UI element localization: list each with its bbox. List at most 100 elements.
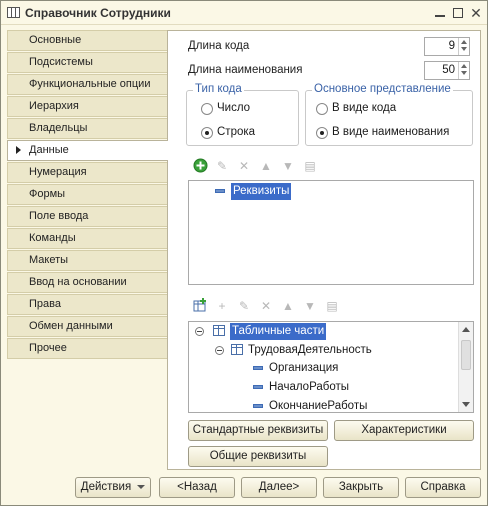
move-down-icon[interactable]: ▼ bbox=[302, 298, 318, 314]
sidebar-item-label: Нумерация bbox=[29, 166, 87, 178]
sidebar-item-label: Подсистемы bbox=[29, 56, 93, 68]
radio-label: Строка bbox=[217, 126, 256, 138]
tree-node-label: НачалоРаботы bbox=[269, 381, 350, 393]
sidebar-item-label: Макеты bbox=[29, 254, 69, 266]
attributes-toolbar: ✎ ✕ ▲ ▼ ▤ bbox=[192, 158, 392, 176]
radio-dot bbox=[201, 103, 213, 115]
tree-node-label: ТрудоваяДеятельность bbox=[248, 344, 372, 356]
sidebar-item-data-exchange[interactable]: Обмен данными bbox=[7, 316, 167, 337]
window-title: Справочник Сотрудники bbox=[25, 6, 171, 20]
tree-node-field[interactable]: ОкончаниеРаботы bbox=[253, 398, 368, 412]
common-attributes-button[interactable]: Общие реквизиты bbox=[188, 446, 328, 467]
code-length-value: 9 bbox=[448, 40, 455, 52]
attribute-icon bbox=[253, 384, 263, 389]
sidebar-item-label: Ввод на основании bbox=[29, 276, 127, 288]
attribute-icon bbox=[253, 365, 263, 370]
tree-node-label: Табличные части bbox=[230, 323, 327, 340]
characteristics-button[interactable]: Характеристики bbox=[334, 420, 474, 441]
sidebar-item-other[interactable]: Прочее bbox=[7, 338, 167, 359]
sidebar-item-label: Функциональные опции bbox=[29, 78, 151, 90]
sidebar-item-label: Права bbox=[29, 298, 61, 310]
title-bar: Справочник Сотрудники ✕ bbox=[1, 1, 487, 25]
catalog-editor-window: Справочник Сотрудники ✕ Основные Подсист… bbox=[0, 0, 488, 506]
scroll-thumb[interactable] bbox=[461, 340, 471, 370]
stepper-arrows-icon[interactable] bbox=[458, 62, 469, 79]
tree-node-field[interactable]: Организация bbox=[253, 360, 338, 377]
tree-node-field[interactable]: НачалоРаботы bbox=[253, 379, 349, 396]
close-button[interactable]: Закрыть bbox=[323, 477, 399, 498]
sort-list-icon[interactable]: ▤ bbox=[324, 298, 340, 314]
sidebar-item-templates[interactable]: Макеты bbox=[7, 250, 167, 271]
collapse-icon[interactable] bbox=[195, 327, 204, 336]
standard-attributes-button[interactable]: Стандартные реквизиты bbox=[188, 420, 328, 441]
back-button[interactable]: <Назад bbox=[159, 477, 235, 498]
tree-node-attributes[interactable]: Реквизиты bbox=[215, 183, 292, 200]
main-presentation-group: Основное представление В виде кода В вид… bbox=[305, 83, 473, 146]
tree-node-label: ОкончаниеРаботы bbox=[269, 400, 368, 412]
delete-icon[interactable]: ✕ bbox=[258, 298, 274, 314]
sidebar-item-forms[interactable]: Формы bbox=[7, 184, 167, 205]
sidebar-item-podsistemy[interactable]: Подсистемы bbox=[7, 52, 167, 73]
code-type-group: Тип кода Число Строка bbox=[186, 83, 299, 146]
tabular-sections-tree[interactable]: Табличные части ТрудоваяДеятельность Орг… bbox=[188, 321, 474, 413]
actions-label: Действия bbox=[80, 481, 132, 493]
delete-icon[interactable]: ✕ bbox=[236, 158, 252, 174]
sidebar-item-osnovnye[interactable]: Основные bbox=[7, 30, 167, 51]
sidebar-item-input-field[interactable]: Поле ввода bbox=[7, 206, 167, 227]
stepper-arrows-icon[interactable] bbox=[458, 38, 469, 55]
add-icon[interactable] bbox=[192, 158, 208, 174]
sort-list-icon[interactable]: ▤ bbox=[302, 158, 318, 174]
sidebar: Основные Подсистемы Функциональные опции… bbox=[7, 30, 168, 360]
main-presentation-title: Основное представление bbox=[312, 83, 453, 95]
next-button[interactable]: Далее> bbox=[241, 477, 317, 498]
tree-node-label: Реквизиты bbox=[231, 183, 292, 200]
sidebar-item-input-based-on[interactable]: Ввод на основании bbox=[7, 272, 167, 293]
table-icon bbox=[231, 344, 243, 356]
radio-label: В виде наименования bbox=[332, 126, 450, 138]
sidebar-item-label: Обмен данными bbox=[29, 320, 113, 332]
actions-dropdown-button[interactable]: Действия bbox=[75, 477, 151, 498]
sidebar-item-label: Команды bbox=[29, 232, 76, 244]
catalog-icon bbox=[7, 7, 20, 18]
name-length-stepper[interactable]: 50 bbox=[424, 61, 470, 80]
sidebar-item-label: Формы bbox=[29, 188, 66, 200]
move-down-icon[interactable]: ▼ bbox=[280, 158, 296, 174]
sidebar-item-label: Иерархия bbox=[29, 100, 79, 112]
sidebar-item-rights[interactable]: Права bbox=[7, 294, 167, 315]
tree-node-label: Организация bbox=[269, 362, 339, 374]
sidebar-item-hierarchy[interactable]: Иерархия bbox=[7, 96, 167, 117]
attribute-icon bbox=[253, 403, 263, 408]
sidebar-item-commands[interactable]: Команды bbox=[7, 228, 167, 249]
tree-scrollbar[interactable] bbox=[458, 322, 473, 412]
attributes-tree[interactable]: Реквизиты bbox=[188, 180, 474, 285]
radio-dot bbox=[316, 127, 328, 139]
sidebar-item-functional-options[interactable]: Функциональные опции bbox=[7, 74, 167, 95]
add-field-icon[interactable]: + bbox=[214, 298, 230, 314]
sidebar-item-numbering[interactable]: Нумерация bbox=[7, 162, 167, 183]
tree-node-tabular-sections[interactable]: Табличные части bbox=[195, 323, 327, 340]
scroll-down-icon[interactable] bbox=[462, 402, 470, 407]
minimize-button[interactable] bbox=[431, 4, 449, 22]
move-up-icon[interactable]: ▲ bbox=[258, 158, 274, 174]
radio-label: Число bbox=[217, 102, 251, 114]
maximize-button[interactable] bbox=[449, 4, 467, 22]
close-icon: ✕ bbox=[470, 5, 482, 21]
scroll-up-icon[interactable] bbox=[462, 327, 470, 332]
code-length-stepper[interactable]: 9 bbox=[424, 37, 470, 56]
sidebar-item-label: Поле ввода bbox=[29, 210, 89, 222]
edit-icon[interactable]: ✎ bbox=[214, 158, 230, 174]
move-up-icon[interactable]: ▲ bbox=[280, 298, 296, 314]
collapse-icon[interactable] bbox=[215, 346, 224, 355]
add-table-icon[interactable] bbox=[192, 298, 208, 314]
code-length-label: Длина кода bbox=[188, 40, 250, 52]
close-window-button[interactable]: ✕ bbox=[467, 4, 485, 22]
sidebar-item-label: Прочее bbox=[29, 342, 67, 354]
sidebar-item-label: Данные bbox=[29, 144, 69, 156]
radio-label: В виде кода bbox=[332, 102, 397, 114]
sidebar-item-data[interactable]: Данные bbox=[7, 140, 168, 161]
tree-node-work-history[interactable]: ТрудоваяДеятельность bbox=[215, 342, 372, 359]
attribute-icon bbox=[215, 188, 225, 193]
help-button[interactable]: Справка bbox=[405, 477, 481, 498]
sidebar-item-owners[interactable]: Владельцы bbox=[7, 118, 167, 139]
edit-icon[interactable]: ✎ bbox=[236, 298, 252, 314]
